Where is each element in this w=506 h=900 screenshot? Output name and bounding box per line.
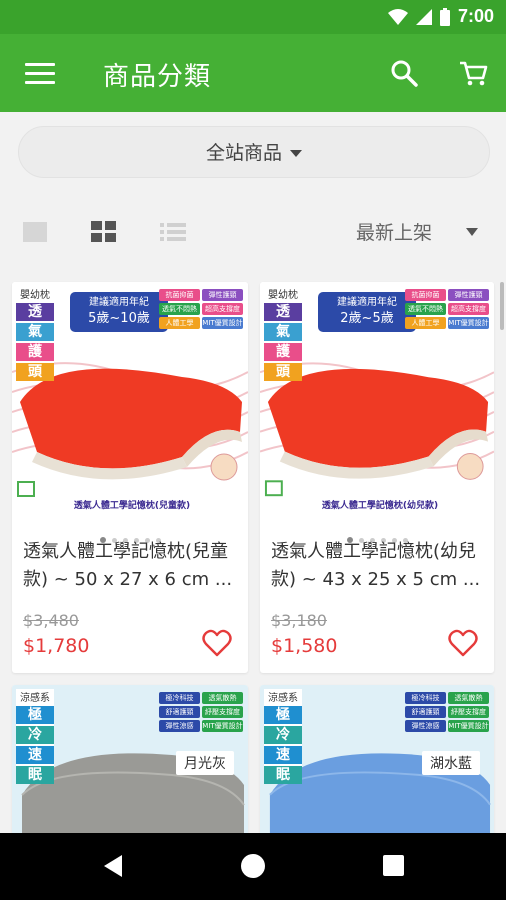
wifi-icon [387,8,408,25]
original-price: $3,480 [23,611,79,630]
feature-tags: 極冷科技 透氣散熱 舒適護頸 紓壓支撐度 彈性涼感 MIT優質設計 [404,691,490,733]
view-toolbar: 最新上架 [0,205,506,257]
product-badge: 涼感系 極 冷 速 眠 [264,689,302,784]
battery-icon [439,7,450,26]
home-icon[interactable] [241,854,265,878]
product-card[interactable]: 涼感系 極 冷 速 眠 極冷科技 透氣散熱 舒適護頸 紓壓支撐度 彈性涼感 MIT優質… [12,685,248,845]
original-price: $3,180 [271,611,327,630]
product-title[interactable]: 透氣人體工學記憶枕(兒童款) ~ 50 x 27 x 6 cm ... [23,538,238,594]
status-bar: 7:00 [0,0,506,34]
feature-tags: 極冷科技 透氣散熱 舒適護頸 紓壓支撐度 彈性涼感 MIT優質設計 [158,691,244,733]
product-image[interactable]: 涼感系 極 冷 速 眠 極冷科技 透氣散熱 舒適護頸 紓壓支撐度 彈性涼感 MIT優質… [260,685,494,845]
product-badge: 嬰幼枕 透 氣 護 頭 [264,286,302,381]
age-badge: 建議適用年紀 2歲~5歲 [318,292,416,332]
cell-signal-icon [415,8,432,25]
sale-price: $1,580 [271,635,338,657]
favorite-heart-icon[interactable] [448,629,478,657]
product-banner: 透氣人體工學記憶枕(兒童款) [73,501,191,511]
product-card[interactable]: 嬰幼枕 透 氣 護 頭 建議適用年紀 2歲~5歲 抗菌抑菌 彈性護頸 透氣不悶熱超… [260,282,494,673]
page-title: 商品分類 [103,62,212,92]
product-title[interactable]: 透氣人體工學記憶枕(幼兒款) ~ 43 x 25 x 5 cm ... [271,538,484,594]
feature-tags: 抗菌抑菌 彈性護頸 透氣不悶熱 超高支撐度 人體工學 MIT優質設計 [404,288,490,330]
category-label: 全站商品 [205,142,282,164]
product-image[interactable]: 嬰幼枕 透 氣 護 頭 建議適用年紀 5歲~10歲 抗菌抑菌 彈性護頸 透氣不悶熱… [12,282,248,518]
product-badge: 涼感系 極 冷 速 眠 [16,689,54,784]
product-image[interactable]: 嬰幼枕 透 氣 護 頭 建議適用年紀 2歲~5歲 抗菌抑菌 彈性護頸 透氣不悶熱超… [260,282,494,518]
system-nav-bar [0,833,506,900]
caret-down-icon [290,150,302,157]
menu-icon[interactable] [25,63,55,85]
category-selector[interactable]: 全站商品 [18,126,490,178]
age-badge: 建議適用年紀 5歲~10歲 [70,292,168,332]
search-icon[interactable] [389,58,419,88]
sale-price: $1,780 [23,635,90,657]
color-name-label: 湖水藍 [422,751,480,775]
scrollbar[interactable] [500,282,504,330]
grid-view-icon[interactable] [91,221,117,243]
product-badge: 嬰幼枕 透 氣 護 頭 [16,286,54,381]
app-bar: 商品分類 [0,34,506,112]
status-icons: 7:00 [387,6,494,27]
list-view-icon[interactable] [160,221,186,243]
product-image[interactable]: 涼感系 極 冷 速 眠 極冷科技 透氣散熱 舒適護頸 紓壓支撐度 彈性涼感 MIT優質… [12,685,248,845]
favorite-heart-icon[interactable] [202,629,232,657]
color-name-label: 月光灰 [176,751,234,775]
cart-icon[interactable] [457,58,489,88]
recent-apps-icon[interactable] [383,855,404,876]
product-card[interactable]: 涼感系 極 冷 速 眠 極冷科技 透氣散熱 舒適護頸 紓壓支撐度 彈性涼感 MIT優質… [260,685,494,845]
single-view-icon[interactable] [23,222,47,242]
product-banner: 透氣人體工學記憶枕(幼兒款) [321,501,439,511]
back-icon[interactable] [104,855,122,877]
status-time: 7:00 [457,6,494,26]
caret-down-icon[interactable] [466,228,478,236]
feature-tags: 抗菌抑菌 彈性護頸 透氣不悶熱 超高支撐度 人體工學 MIT優質設計 [158,288,244,330]
sort-selector[interactable]: 最新上架 [356,218,432,245]
product-card[interactable]: 嬰幼枕 透 氣 護 頭 建議適用年紀 5歲~10歲 抗菌抑菌 彈性護頸 透氣不悶熱… [12,282,248,673]
